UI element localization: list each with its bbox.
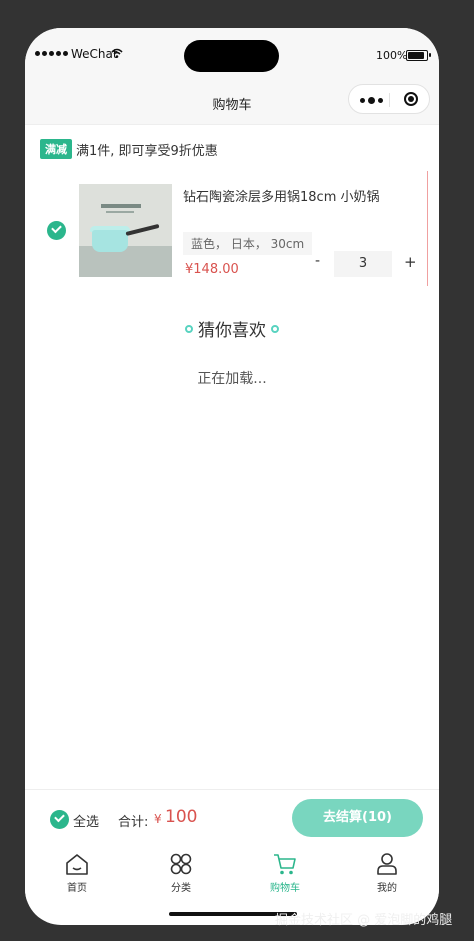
recommend-section-header: 猜你喜欢 (25, 316, 439, 341)
image-caption-line (106, 211, 134, 213)
phone-screen: WeChat 100% 购物车 满减 满1件, 即可享受9折优惠 钻石陶瓷涂层多… (25, 28, 439, 925)
category-icon (170, 853, 192, 875)
select-all-label[interactable]: 全选 (73, 811, 99, 830)
battery-percent: 100% (376, 49, 408, 62)
loading-text: 正在加载... (197, 371, 267, 387)
quantity-decrease-button[interactable]: - (315, 253, 320, 269)
status-bar: WeChat 100% (25, 28, 439, 82)
tab-label: 购物车 (270, 883, 300, 894)
recommend-title: 猜你喜欢 (198, 321, 266, 341)
promo-text: 满1件, 即可享受9折优惠 (76, 143, 218, 159)
capsule-divider (389, 93, 390, 107)
decor-dot-icon (271, 324, 279, 333)
nav-bar: 购物车 (25, 82, 439, 125)
tab-label: 分类 (171, 883, 191, 894)
select-all-checkbox[interactable] (50, 810, 69, 829)
tab-category[interactable]: 分类 (129, 851, 233, 894)
product-price: ¥148.00 (185, 262, 239, 277)
cart-icon (274, 854, 296, 875)
tab-profile[interactable]: 我的 (335, 851, 439, 894)
checkout-bar: 全选 合计: ¥ 100 去结算(10) (25, 789, 439, 846)
battery-icon (406, 50, 428, 61)
user-icon (377, 853, 397, 875)
tab-bar: 首页 分类 购物车 我的 (25, 845, 439, 901)
home-icon (66, 854, 88, 875)
tab-cart[interactable]: 购物车 (233, 851, 337, 894)
quantity-increase-button[interactable]: + (404, 253, 417, 271)
wifi-icon (111, 48, 123, 58)
promo-banner: 满减 满1件, 即可享受9折优惠 (40, 139, 218, 159)
product-image[interactable] (79, 184, 172, 277)
tab-label: 我的 (377, 883, 397, 894)
swipe-delete-edge (427, 171, 428, 286)
miniprogram-capsule (348, 84, 430, 114)
signal-icon (35, 51, 68, 56)
product-spec[interactable]: 蓝色， 日本， 30cm (183, 232, 313, 255)
total-label: 合计: (118, 815, 149, 830)
pot-shape (92, 230, 128, 252)
total-currency: ¥ (154, 812, 162, 826)
checkout-button[interactable]: 去结算(10) (292, 799, 423, 837)
battery-tip (429, 53, 431, 57)
total-amount: 100 (165, 807, 198, 827)
camera-notch (184, 40, 279, 72)
decor-dot-icon (185, 324, 193, 333)
close-miniprogram-icon[interactable] (404, 92, 418, 106)
quantity-input[interactable]: 3 (334, 251, 392, 277)
promo-badge: 满减 (40, 139, 72, 159)
item-select-checkbox[interactable] (47, 221, 66, 240)
tab-label: 首页 (67, 883, 87, 894)
image-caption-line (101, 204, 141, 208)
more-options-icon[interactable] (360, 97, 383, 104)
tab-home[interactable]: 首页 (25, 851, 129, 894)
product-title[interactable]: 钻石陶瓷涂层多用锅18cm 小奶锅 (183, 186, 380, 205)
image-table (79, 246, 172, 277)
watermark: 掘金技术社区 @ 爱泡脚的鸡腿 (275, 913, 453, 928)
cart-item: 钻石陶瓷涂层多用锅18cm 小奶锅 蓝色， 日本， 30cm ¥148.00 -… (25, 171, 439, 289)
